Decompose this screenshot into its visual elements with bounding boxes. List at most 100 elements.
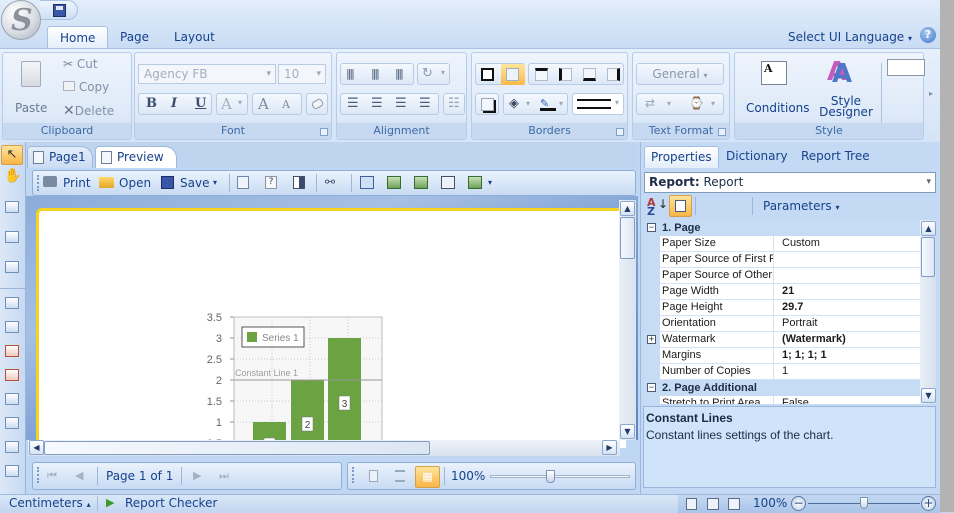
justify-icon[interactable]: ☰ — [419, 96, 431, 111]
all-borders-icon[interactable] — [481, 68, 494, 81]
zoom-slider-thumb[interactable] — [545, 470, 555, 483]
currency-format-icon[interactable]: ⇄ — [645, 96, 655, 110]
tab-page[interactable]: Page — [108, 26, 161, 48]
page-header-icon[interactable] — [5, 297, 19, 309]
preview-horizontal-scrollbar[interactable]: ◀ ▶ — [28, 440, 620, 456]
property-value[interactable] — [778, 268, 782, 283]
property-value[interactable]: 21 — [778, 284, 794, 299]
page-footer-icon[interactable] — [5, 321, 19, 333]
parameters-icon[interactable]: ? — [265, 176, 277, 189]
tab-dictionary[interactable]: Dictionary — [720, 146, 794, 168]
tab-report-tree[interactable]: Report Tree — [795, 146, 876, 168]
scroll-up-icon[interactable]: ▲ — [921, 221, 936, 236]
expand-icon[interactable]: + — [647, 335, 656, 344]
multiple-pages-icon[interactable] — [414, 176, 428, 189]
page-width-icon[interactable] — [441, 176, 455, 189]
units-selector[interactable]: Centimeters ▴ — [9, 496, 91, 510]
copy-button[interactable]: Copy — [63, 80, 109, 94]
multiple-pages-icon[interactable]: ▦ — [415, 466, 440, 488]
cross-band-icon[interactable] — [5, 231, 19, 243]
select-tool-icon[interactable]: ↖ — [1, 145, 23, 165]
report-summary-icon[interactable] — [5, 369, 19, 381]
grow-font-button[interactable]: A — [258, 95, 269, 113]
top-border-icon[interactable] — [535, 68, 548, 81]
hierarchical-band-icon[interactable] — [5, 465, 19, 477]
previous-page-icon[interactable]: ◀ — [75, 469, 83, 482]
property-value[interactable]: (Watermark) — [778, 332, 846, 347]
toolbar-grip[interactable] — [37, 175, 39, 191]
align-bottom-icon[interactable]: |||| — [395, 67, 404, 80]
border-color-icon[interactable]: ✎ — [540, 97, 556, 111]
save-button[interactable]: Save ▾ — [161, 171, 223, 195]
one-page-icon[interactable] — [369, 470, 378, 482]
property-row[interactable]: Paper Source of Other — [644, 268, 920, 284]
save-icon[interactable] — [53, 4, 66, 17]
paste-button[interactable]: Paste — [9, 57, 53, 119]
dialog-launcher-icon[interactable] — [616, 128, 624, 136]
scroll-down-icon[interactable]: ▼ — [620, 424, 635, 439]
align-center-icon[interactable]: ☰ — [371, 96, 383, 111]
right-border-icon[interactable] — [607, 68, 620, 81]
select-ui-language-dropdown[interactable]: Select UI Language ▾ — [788, 30, 912, 44]
property-value[interactable] — [778, 252, 782, 267]
data-band-icon[interactable] — [5, 441, 19, 453]
tab-layout[interactable]: Layout — [162, 26, 227, 48]
font-family-select[interactable]: Agency FB — [138, 64, 276, 84]
property-row[interactable]: Paper Size Custom — [644, 236, 920, 252]
report-title-icon[interactable] — [5, 345, 19, 357]
no-border-icon[interactable] — [501, 64, 525, 85]
dialog-launcher-icon[interactable] — [718, 128, 726, 136]
property-value[interactable]: 1 — [778, 364, 788, 379]
format-select[interactable]: General ▾ — [636, 63, 724, 85]
style-designer-button[interactable]: A Style Designer — [815, 57, 877, 119]
word-wrap-button[interactable]: ☷ — [443, 93, 465, 115]
property-value[interactable]: False — [778, 396, 809, 404]
page-view-icon[interactable] — [686, 498, 697, 510]
view-mode-icon[interactable] — [468, 176, 482, 189]
property-category[interactable]: −1. Page — [644, 220, 920, 236]
property-row[interactable]: Paper Source of First P — [644, 252, 920, 268]
toolbar-grip[interactable] — [352, 467, 354, 483]
parameters-dropdown[interactable]: Parameters ▾ — [763, 199, 840, 213]
align-top-icon[interactable]: |||| — [346, 67, 355, 80]
property-row[interactable]: Margins 1; 1; 1; 1 — [644, 348, 920, 364]
tab-page1[interactable]: Page1 — [27, 146, 93, 168]
dialog-launcher-icon[interactable] — [320, 128, 328, 136]
bold-button[interactable]: B — [146, 96, 157, 111]
shadow-button[interactable] — [475, 93, 499, 115]
property-grid-scrollbar[interactable]: ▲ ▼ — [920, 220, 936, 404]
scroll-thumb[interactable] — [620, 217, 635, 259]
rotate-text-button[interactable]: ↻ ▾ — [417, 63, 450, 85]
italic-button[interactable]: I — [171, 96, 177, 111]
property-value[interactable]: Portrait — [778, 316, 817, 331]
conditions-button[interactable]: A Conditions — [743, 57, 810, 119]
application-menu-button[interactable]: S — [1, 0, 41, 40]
scroll-thumb[interactable] — [921, 237, 935, 277]
tab-properties[interactable]: Properties — [644, 146, 719, 168]
property-row[interactable]: + Watermark (Watermark) — [644, 332, 920, 348]
scroll-right-icon[interactable]: ▶ — [602, 440, 617, 455]
find-binoculars-icon[interactable]: ⚯ — [325, 175, 335, 189]
thumbnails-icon[interactable] — [293, 176, 305, 189]
collapse-icon[interactable]: − — [647, 223, 656, 232]
delete-button[interactable]: ✕Delete — [63, 103, 114, 119]
property-row[interactable]: Orientation Portrait — [644, 316, 920, 332]
print-button[interactable]: Print — [43, 171, 95, 195]
ribbon-scroll-right-icon[interactable]: ▸ — [929, 89, 933, 98]
property-value[interactable]: 1; 1; 1; 1 — [778, 348, 827, 363]
zoom-slider[interactable] — [490, 470, 630, 483]
scroll-thumb[interactable] — [44, 441, 430, 455]
property-value[interactable]: Custom — [778, 236, 820, 251]
chevron-down-icon[interactable]: ▾ — [488, 178, 492, 187]
two-pages-icon[interactable] — [395, 470, 405, 482]
property-value[interactable]: 29.7 — [778, 300, 803, 315]
open-button[interactable]: Open — [99, 171, 153, 195]
property-row[interactable]: Page Height 29.7 — [644, 300, 920, 316]
help-icon[interactable]: ? — [920, 27, 936, 43]
clear-format-button[interactable] — [306, 93, 328, 115]
first-page-icon[interactable]: ⏮ — [47, 469, 57, 483]
bottom-border-icon[interactable] — [583, 68, 596, 81]
tab-preview[interactable]: Preview — [95, 146, 177, 168]
sort-alphabetical-icon[interactable]: AZ — [647, 197, 656, 217]
last-page-icon[interactable]: ⏭ — [219, 469, 229, 483]
